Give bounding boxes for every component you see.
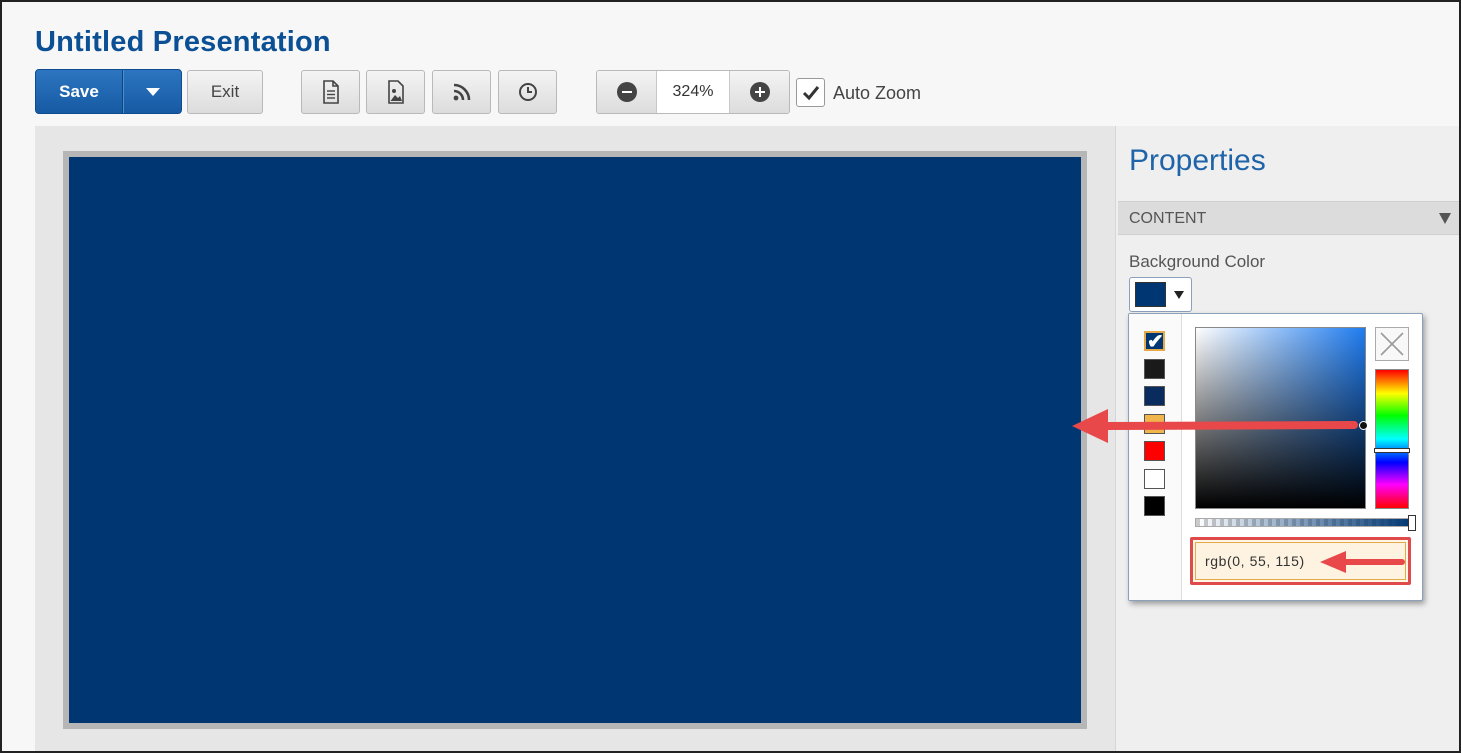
- rgb-value-input[interactable]: [1195, 542, 1406, 580]
- hue-slider[interactable]: [1374, 369, 1410, 509]
- plus-circle-icon: [749, 82, 770, 102]
- background-color-picker[interactable]: [1129, 277, 1192, 312]
- zoom-control: 324%: [596, 70, 790, 114]
- zoom-in-button[interactable]: [730, 71, 789, 113]
- exit-button[interactable]: Exit: [187, 70, 263, 114]
- minus-circle-icon: [616, 82, 637, 102]
- check-icon: [802, 85, 819, 100]
- hue-slider-handle[interactable]: [1374, 448, 1410, 453]
- palette-swatch[interactable]: [1144, 496, 1165, 516]
- save-split-button: Save: [35, 69, 182, 114]
- app-window: Untitled Presentation Save Exit 324% Aut…: [0, 0, 1461, 753]
- content-section-label: CONTENT: [1129, 210, 1207, 227]
- document-button[interactable]: [301, 70, 360, 114]
- content-section-header[interactable]: CONTENT: [1118, 201, 1459, 235]
- properties-title: Properties: [1129, 144, 1266, 177]
- saturation-value-area[interactable]: [1195, 327, 1366, 509]
- color-palette: ✔: [1129, 314, 1182, 600]
- rgb-value-highlight: [1190, 537, 1411, 585]
- slide-background[interactable]: [69, 157, 1081, 723]
- palette-swatch[interactable]: [1144, 468, 1165, 489]
- background-color-label: Background Color: [1129, 252, 1266, 271]
- close-icon: [1380, 332, 1404, 356]
- selected-check-icon: ✔: [1147, 331, 1164, 353]
- slide-canvas[interactable]: [63, 151, 1087, 729]
- palette-swatch[interactable]: ✔: [1144, 331, 1165, 353]
- rss-icon: [453, 83, 470, 101]
- image-button[interactable]: [366, 70, 425, 114]
- save-button[interactable]: Save: [36, 70, 123, 113]
- auto-zoom-label: Auto Zoom: [833, 83, 922, 103]
- document-icon: [322, 80, 339, 104]
- save-options-button[interactable]: [123, 70, 181, 113]
- image-icon: [387, 80, 404, 104]
- page-title: Untitled Presentation: [35, 26, 331, 58]
- rss-button[interactable]: [432, 70, 491, 114]
- canvas-area: [35, 126, 1115, 751]
- palette-swatch[interactable]: [1144, 386, 1165, 406]
- opacity-slider-handle[interactable]: [1408, 515, 1416, 531]
- caret-down-icon: [1174, 291, 1184, 299]
- history-button[interactable]: [498, 70, 557, 114]
- zoom-level-field[interactable]: 324%: [656, 71, 730, 113]
- palette-swatch[interactable]: [1144, 358, 1165, 379]
- palette-swatch[interactable]: [1144, 441, 1165, 461]
- collapse-triangle-icon: [1439, 213, 1451, 224]
- no-color-button[interactable]: [1375, 327, 1409, 361]
- opacity-slider[interactable]: [1195, 515, 1416, 531]
- saturation-value-marker[interactable]: [1359, 421, 1368, 430]
- current-color-swatch: [1135, 282, 1166, 307]
- palette-swatch[interactable]: [1144, 413, 1165, 434]
- clock-icon: [518, 83, 537, 101]
- zoom-out-button[interactable]: [597, 71, 656, 113]
- color-picker-popup: ✔: [1128, 313, 1423, 601]
- chevron-down-icon: [145, 87, 160, 96]
- auto-zoom-checkbox[interactable]: [796, 78, 825, 107]
